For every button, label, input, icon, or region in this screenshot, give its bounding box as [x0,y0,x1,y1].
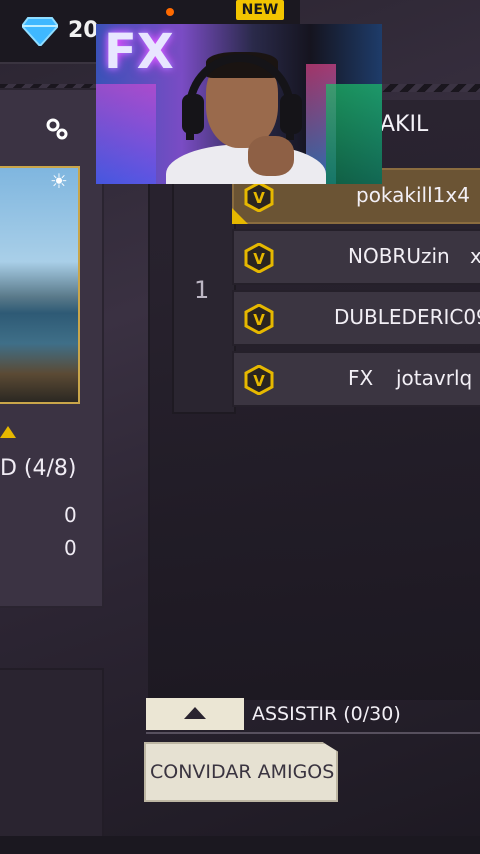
svg-text:V: V [253,372,265,390]
notification-dot [166,8,174,16]
warning-marker-icon [0,426,16,438]
player-row[interactable]: V DUBLEDERIC09 [232,290,480,346]
spectate-label: ASSISTIR (0/30) [252,703,401,725]
leader-marker-icon [232,208,248,224]
bottom-strip [0,836,480,854]
room-stat-value: 0 [64,503,77,527]
v-badge-icon: V [244,182,274,212]
player-name: NOBRUzin [348,244,450,268]
lower-left-panel [0,668,104,842]
team-header-text: AKIL [380,112,429,137]
headset-cup [280,94,302,134]
diamond-icon [22,17,58,46]
player-name: pokakill1x4 [356,183,470,207]
room-mode-text: D (4/8) [0,456,77,481]
streamer-shirt [166,144,326,184]
new-badge[interactable]: NEW [236,0,284,20]
player-name-suffix: jotavrlq [396,366,473,390]
svg-text:V: V [253,250,265,268]
v-badge-icon: V [244,365,274,395]
webcam-overlay: FX [96,24,382,184]
arrow-up-icon [184,707,206,719]
led-light [326,84,382,184]
sun-icon: ☀ [50,169,68,193]
streamer-hand [248,136,294,176]
map-thumbnail[interactable] [0,166,80,404]
player-name: DUBLEDERIC09 [334,305,480,329]
v-badge-icon: V [244,304,274,334]
neon-sign-text: FX [104,24,174,80]
player-row[interactable]: V NOBRUzin x [232,229,480,285]
invite-friends-label: CONVIDAR AMIGOS [150,761,335,783]
player-row[interactable]: V FX jotavrlq [232,351,480,407]
settings-gear-icon[interactable] [44,116,70,142]
player-name: FX [348,366,374,390]
v-badge-icon: V [244,243,274,273]
led-light [96,84,156,184]
svg-text:V: V [253,311,265,329]
room-stat-value: 0 [64,536,77,560]
team-number: 1 [194,276,210,304]
diamond-count: 20 [68,18,99,43]
svg-text:V: V [253,189,265,207]
headset-cup [182,94,204,134]
player-name-suffix: x [470,244,480,268]
